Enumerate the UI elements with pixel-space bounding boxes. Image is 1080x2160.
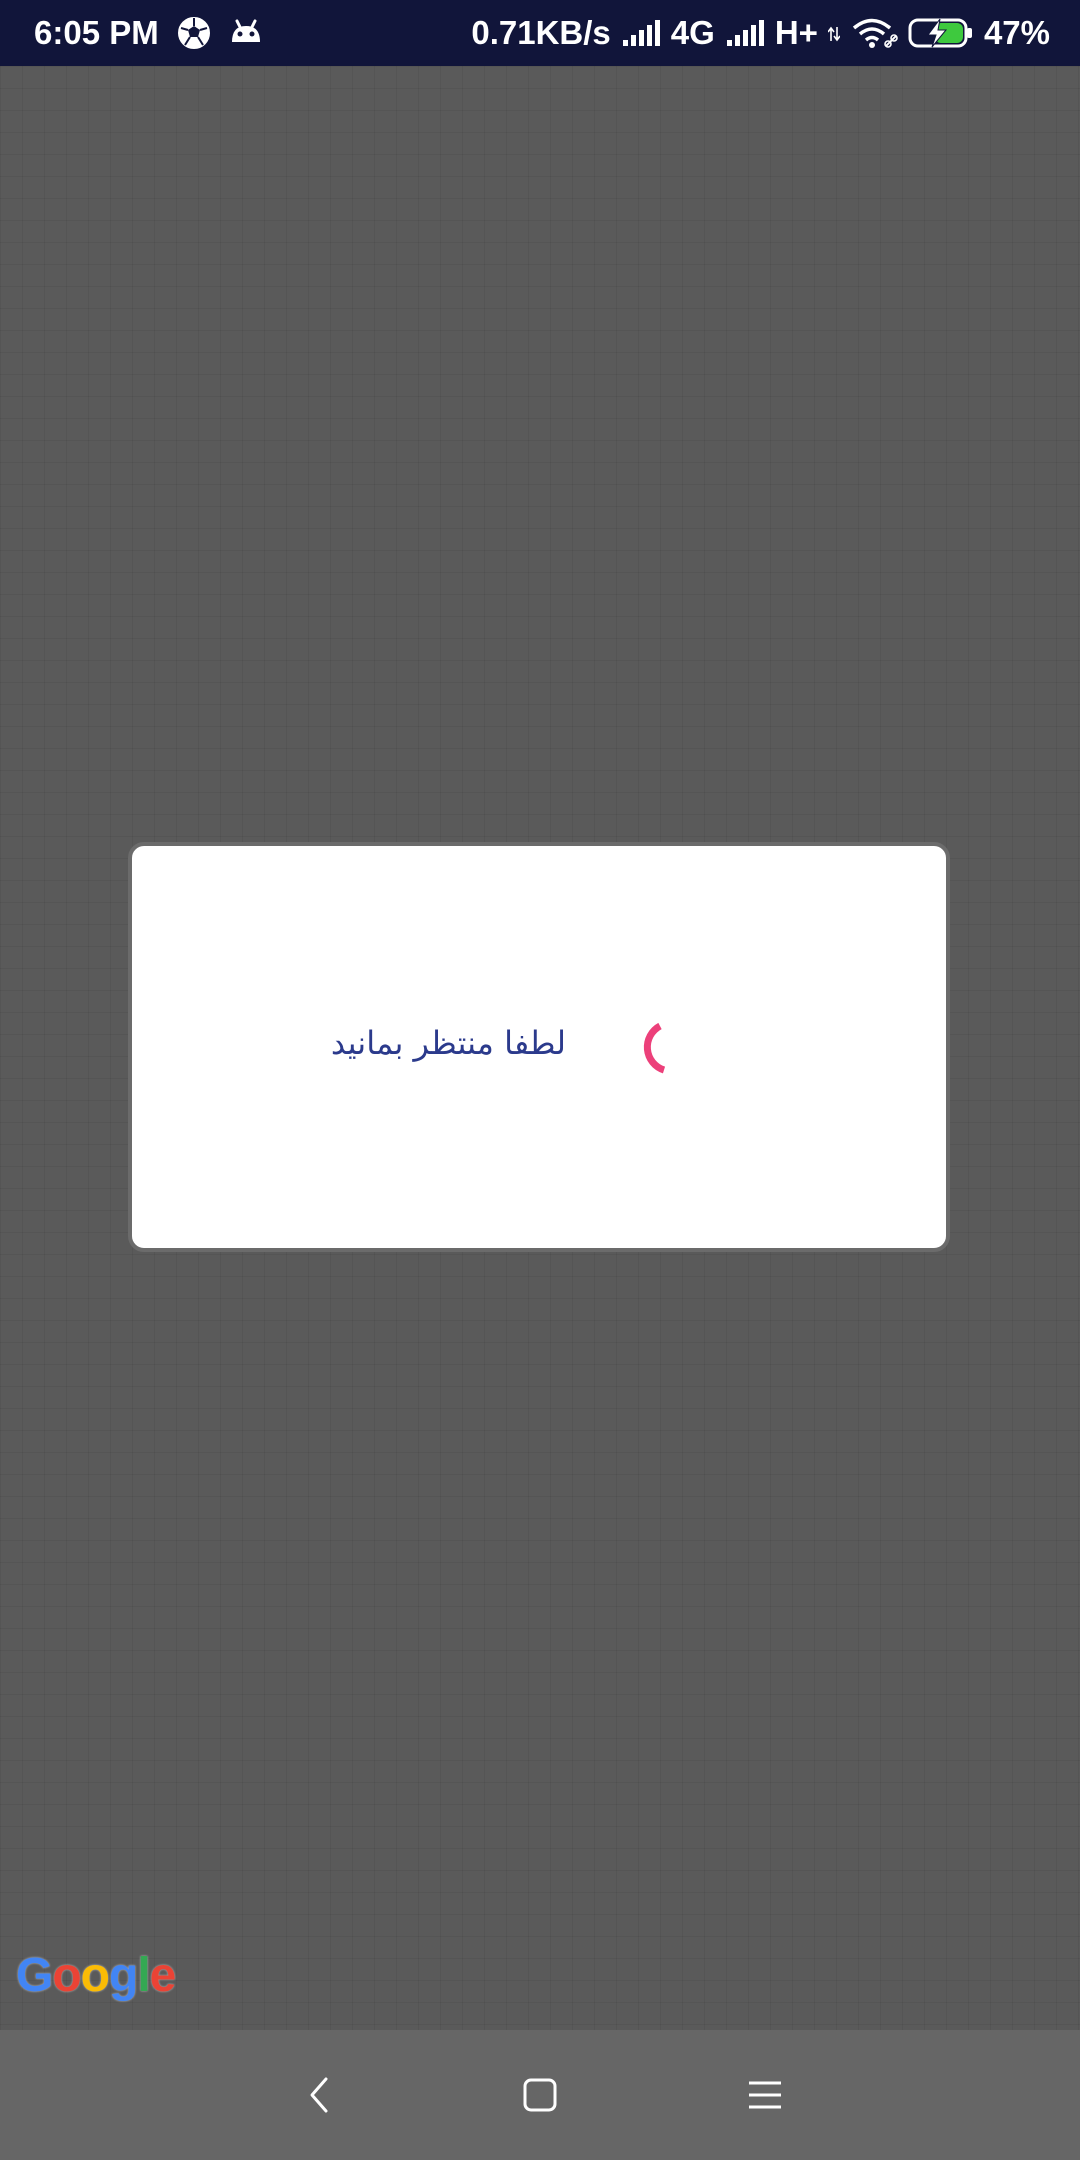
network-speed: 0.71KB/s xyxy=(471,14,611,51)
loading-spinner-icon xyxy=(643,1022,666,1074)
home-button[interactable] xyxy=(505,2060,575,2130)
network-type-4g: 4G xyxy=(670,14,715,51)
wifi-icon xyxy=(850,16,898,50)
status-time: 6:05 PM xyxy=(34,14,159,51)
loading-content: لطفا منتظر بمانید xyxy=(132,1018,946,1078)
signal-icon xyxy=(725,18,765,48)
loading-dialog: لطفا منتظر بمانید xyxy=(128,842,950,1252)
network-type-hplus: H+ xyxy=(774,14,818,51)
screen: 6:05 PM 0.71KB/s 4G H+ 47% Google لطفا م… xyxy=(0,0,1080,2160)
back-button[interactable] xyxy=(285,2060,355,2130)
soccer-ball-icon xyxy=(177,16,211,50)
back-icon xyxy=(310,2077,328,2113)
status-bar: 6:05 PM 0.71KB/s 4G H+ 47% xyxy=(0,0,1080,66)
loading-message: لطفا منتظر بمانید xyxy=(330,1024,566,1062)
data-arrows-icon xyxy=(827,23,840,43)
google-attribution-logo: Google xyxy=(16,1949,176,2002)
home-icon xyxy=(523,2078,557,2112)
signal-icon xyxy=(621,18,661,48)
menu-button[interactable] xyxy=(730,2060,800,2130)
battery-charging-icon xyxy=(908,17,974,49)
menu-icon xyxy=(749,2081,781,2109)
android-debug-icon xyxy=(229,18,263,48)
battery-percent: 47% xyxy=(983,14,1050,51)
navigation-bar xyxy=(0,2030,1080,2160)
